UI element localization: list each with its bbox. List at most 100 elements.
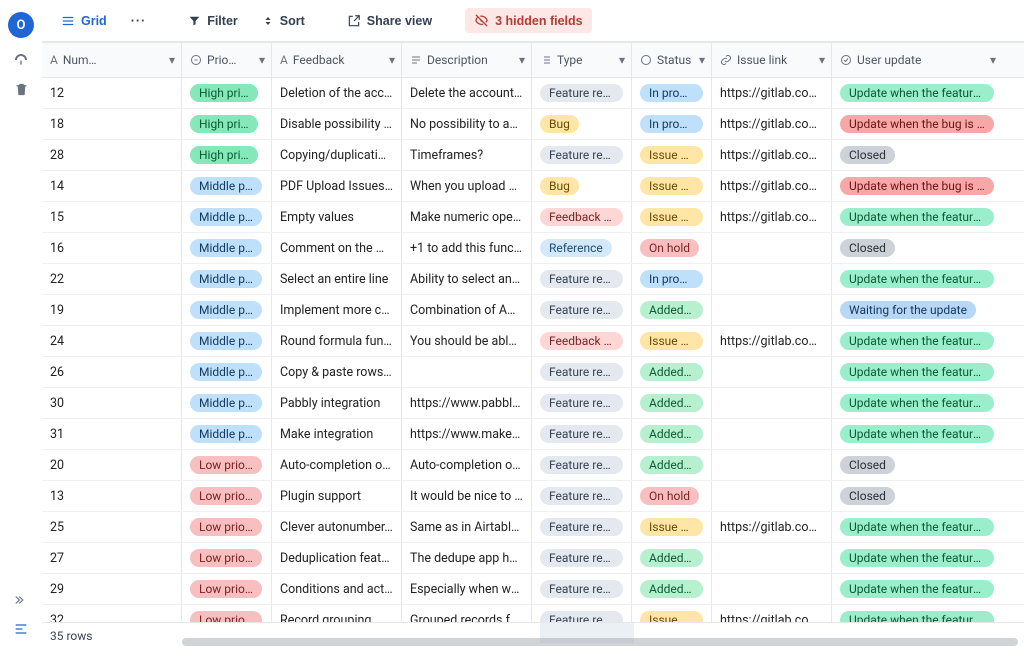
cell-number[interactable]: 22 (42, 264, 182, 294)
cell-type[interactable]: Feature requ… (532, 357, 632, 387)
cell-status[interactable]: On hold (632, 233, 712, 263)
cell-feedback[interactable]: Auto-completion of… (272, 450, 402, 480)
cell-number[interactable]: 18 (42, 109, 182, 139)
table-row[interactable]: 27Low prio…Deduplication featu…The dedup… (42, 543, 1024, 574)
cell-link[interactable] (712, 264, 832, 294)
cell-priority[interactable]: Middle p… (182, 388, 272, 418)
cell-status[interactable]: Added t… (632, 574, 712, 604)
cell-number[interactable]: 27 (42, 543, 182, 573)
align-icon[interactable] (13, 621, 29, 637)
cell-user-update[interactable]: Update when the bug is fix… (832, 109, 1002, 139)
cell-number[interactable]: 19 (42, 295, 182, 325)
cell-user-update[interactable]: Update when the feature i… (832, 388, 1002, 418)
cell-number[interactable]: 30 (42, 388, 182, 418)
table-row[interactable]: 26Middle p…Copy & paste rows … Feature re… (42, 357, 1024, 388)
cell-priority[interactable]: Middle p… (182, 326, 272, 356)
cell-description[interactable]: No possibility to ad… (402, 109, 532, 139)
cell-description[interactable]: https://www.pabbly.… (402, 388, 532, 418)
cell-feedback[interactable]: Record grouping (272, 605, 402, 622)
cell-priority[interactable]: Middle p… (182, 419, 272, 449)
cell-feedback[interactable]: Clever autonumber… (272, 512, 402, 542)
table-row[interactable]: 29Low prio…Conditions and acti…Especiall… (42, 574, 1024, 605)
cell-type[interactable]: Feature requ… (532, 388, 632, 418)
cell-feedback[interactable]: Disable possibility t… (272, 109, 402, 139)
cell-number[interactable]: 28 (42, 140, 182, 170)
cell-priority[interactable]: Low prio… (182, 543, 272, 573)
chevron-down-icon[interactable]: ▾ (519, 53, 525, 67)
hidden-fields-button[interactable]: 3 hidden fields (465, 8, 592, 33)
cell-feedback[interactable]: Copying/duplicatin… (272, 140, 402, 170)
cell-type[interactable]: Bug (532, 109, 632, 139)
cell-feedback[interactable]: Deduplication featu… (272, 543, 402, 573)
table-row[interactable]: 25Low prio…Clever autonumber…Same as in … (42, 512, 1024, 543)
dashboard-icon[interactable] (13, 52, 29, 68)
cell-user-update[interactable]: Update when the feature i… (832, 264, 1002, 294)
cell-feedback[interactable]: Empty values (272, 202, 402, 232)
cell-type[interactable]: Feature requ… (532, 78, 632, 108)
cell-status[interactable]: Added t… (632, 543, 712, 573)
cell-number[interactable]: 25 (42, 512, 182, 542)
cell-status[interactable]: Added t… (632, 450, 712, 480)
cell-user-update[interactable]: Update when the feature i… (832, 512, 1002, 542)
share-view-button[interactable]: Share view (338, 9, 441, 33)
cell-feedback[interactable]: Comment on the M… (272, 233, 402, 263)
cell-link[interactable]: https://gitlab.com… (712, 78, 832, 108)
cell-link[interactable] (712, 450, 832, 480)
cell-priority[interactable]: Middle p… (182, 357, 272, 387)
table-row[interactable]: 14Middle p…PDF Upload Issues …When you u… (42, 171, 1024, 202)
cell-feedback[interactable]: Copy & paste rows … (272, 357, 402, 387)
cell-number[interactable]: 12 (42, 78, 182, 108)
table-row[interactable]: 28High pri…Copying/duplicatin…Timeframes… (42, 140, 1024, 171)
table-row[interactable]: 12High pri…Deletion of the acc…Delete th… (42, 78, 1024, 109)
cell-feedback[interactable]: Plugin support (272, 481, 402, 511)
filter-button[interactable]: Filter (179, 9, 247, 33)
cell-priority[interactable]: Low prio… (182, 512, 272, 542)
cell-status[interactable]: Added t… (632, 295, 712, 325)
cell-user-update[interactable]: Update when the feature i… (832, 326, 1002, 356)
chevron-down-icon[interactable]: ▾ (259, 53, 265, 67)
cell-type[interactable]: Feature requ… (532, 481, 632, 511)
cell-user-update[interactable]: Update when the feature i… (832, 605, 1002, 622)
table-row[interactable]: 20Low prio…Auto-completion of…Auto-compl… (42, 450, 1024, 481)
cell-type[interactable]: Feature requ… (532, 512, 632, 542)
col-feedback[interactable]: AFeedback ▾ (272, 43, 402, 77)
cell-number[interactable]: 16 (42, 233, 182, 263)
cell-number[interactable]: 26 (42, 357, 182, 387)
cell-priority[interactable]: Middle p… (182, 202, 272, 232)
cell-type[interactable]: Feature requ… (532, 140, 632, 170)
cell-priority[interactable]: Low prio… (182, 605, 272, 622)
cell-type[interactable]: Feature requ… (532, 264, 632, 294)
view-grid-button[interactable]: Grid (52, 9, 116, 33)
cell-status[interactable]: Issue cre… (632, 512, 712, 542)
table-row[interactable]: 16Middle p…Comment on the M…+1 to add th… (42, 233, 1024, 264)
cell-type[interactable]: Feature requ… (532, 574, 632, 604)
cell-feedback[interactable]: Conditions and acti… (272, 574, 402, 604)
cell-feedback[interactable]: Implement more co… (272, 295, 402, 325)
chevron-down-icon[interactable]: ▾ (819, 53, 825, 67)
cell-description[interactable]: Grouped records fe… (402, 605, 532, 622)
cell-user-update[interactable]: Waiting for the update (832, 295, 1002, 325)
cell-number[interactable]: 31 (42, 419, 182, 449)
cell-description[interactable]: +1 to add this functi… (402, 233, 532, 263)
col-status[interactable]: Status ▾ (632, 43, 712, 77)
cell-description[interactable] (402, 357, 532, 387)
horizontal-scrollbar[interactable] (182, 638, 1018, 646)
cell-status[interactable]: Added t… (632, 388, 712, 418)
cell-link[interactable]: https://gitlab.com… (712, 605, 832, 622)
cell-description[interactable]: https://www.make.c… (402, 419, 532, 449)
chevron-down-icon[interactable]: ▾ (619, 53, 625, 67)
cell-description[interactable]: It would be nice to … (402, 481, 532, 511)
cell-link[interactable] (712, 388, 832, 418)
cell-number[interactable]: 15 (42, 202, 182, 232)
sort-button[interactable]: Sort (253, 9, 314, 33)
cell-status[interactable]: On hold (632, 481, 712, 511)
cell-user-update[interactable]: Update when the feature i… (832, 419, 1002, 449)
cell-user-update[interactable]: Update when the feature i… (832, 357, 1002, 387)
cell-description[interactable]: Combination of AN… (402, 295, 532, 325)
cell-status[interactable]: Issue cre… (632, 605, 712, 622)
cell-link[interactable] (712, 574, 832, 604)
cell-user-update[interactable]: Closed (832, 233, 1002, 263)
cell-link[interactable]: https://gitlab.com… (712, 171, 832, 201)
cell-description[interactable]: Timeframes? (402, 140, 532, 170)
cell-link[interactable] (712, 233, 832, 263)
